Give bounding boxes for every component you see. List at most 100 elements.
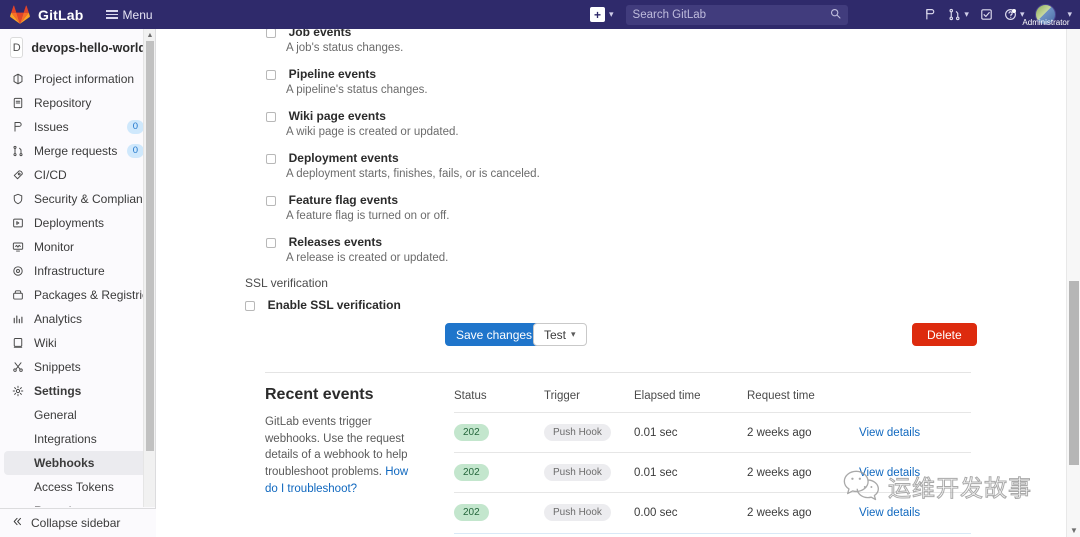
table-row: 202 Push Hook 0.01 sec 2 weeks ago View … [454,412,971,453]
recent-events-title: Recent events [265,386,374,403]
column-header-actions [859,390,971,413]
trigger-badge: Push Hook [544,424,611,441]
gitlab-logo-icon[interactable] [10,5,30,25]
issues-count-badge: 0 [126,119,144,135]
page-scrollbar[interactable]: ▲ ▼ [1066,0,1080,537]
issues-icon [10,121,25,133]
sidebar-item-label: Monitor [34,240,75,254]
new-item-button[interactable]: + [590,7,605,22]
sidebar-subitem-access-tokens[interactable]: Access Tokens [0,475,156,499]
sidebar-subitem-repository[interactable]: Repository [0,499,156,507]
sidebar-item-label: Deployments [34,216,105,230]
sidebar-item-label: Settings [34,384,82,398]
chevron-down-icon[interactable]: ▾ [964,9,969,20]
project-name: devops-hello-world [31,40,146,55]
main-content: Job events A job's status changes. Pipel… [156,0,1068,537]
search-input[interactable]: Search GitLab [625,4,848,25]
analytics-icon [10,313,25,325]
sidebar-item-repository[interactable]: Repository [0,91,156,115]
cell-trigger: Push Hook [544,492,634,532]
navbar-center: + ▾ Search GitLab [590,0,848,29]
shield-icon [10,193,25,205]
column-header-request-time: Request time [747,390,815,402]
sidebar-item-deployments[interactable]: Deployments [0,211,156,235]
scroll-up-arrow-icon[interactable]: ▲ [144,29,156,41]
pipeline-events-checkbox[interactable] [266,69,276,80]
sidebar-item-label: Repository [34,96,92,110]
view-details-link[interactable]: View details [859,427,920,439]
job-events-checkbox[interactable] [266,27,276,38]
sidebar-subitem-label: General [34,408,77,422]
page-scrollbar-thumb[interactable] [1069,281,1079,465]
sidebar-item-monitor[interactable]: Monitor [0,235,156,259]
sidebar-subitem-general[interactable]: General [0,403,156,427]
sidebar-item-snippets[interactable]: Snippets [0,355,156,379]
event-description: A job's status changes. [286,42,404,54]
sidebar-item-packages-registries[interactable]: Packages & Registries [0,283,156,307]
sidebar-scroll-area: D devops-hello-world Project information… [0,29,156,507]
sidebar-item-label: Security & Compliance [34,192,156,206]
chevron-down-icon: ▾ [571,329,576,339]
cell-status: 202 [454,452,544,493]
save-changes-label: Save changes [445,323,544,346]
sidebar-item-ci-cd[interactable]: CI/CD [0,163,156,187]
sidebar-subitem-integrations[interactable]: Integrations [0,427,156,451]
view-details-link[interactable]: View details [859,467,920,479]
delete-button[interactable]: Delete [912,323,977,346]
deployment-events-checkbox[interactable] [266,153,276,164]
table-row: 202 Push Hook 0.01 sec 2 weeks ago View … [454,452,971,493]
chevron-down-icon[interactable]: ▾ [609,9,614,20]
sidebar-item-merge-requests[interactable]: Merge requests 0 [0,139,156,163]
sidebar-item-project-information[interactable]: Project information [0,67,156,91]
wiki-page-events-checkbox[interactable] [266,111,276,122]
sidebar-item-security-compliance[interactable]: Security & Compliance [0,187,156,211]
merge-requests-icon[interactable]: ▾ [948,8,969,21]
save-changes-button[interactable]: Save changes [445,323,544,346]
help-icon[interactable]: ▾ [1004,8,1024,21]
menu-button[interactable]: Menu [105,8,153,22]
test-dropdown-button[interactable]: Test ▾ [533,323,587,346]
sidebar-subitem-label: Access Tokens [34,480,114,494]
event-row-pipeline-events: Pipeline events A pipeline's status chan… [266,66,428,96]
sidebar-item-label: Infrastructure [34,264,105,278]
issues-icon[interactable] [924,8,937,21]
sidebar-scrollbar[interactable]: ▲ [143,29,155,507]
cell-action: View details [859,452,971,493]
status-badge: 202 [454,504,489,521]
view-details-link[interactable]: View details [859,507,920,519]
sidebar-item-issues[interactable]: Issues 0 [0,115,156,139]
hamburger-icon [105,10,118,19]
scroll-down-arrow-icon[interactable]: ▼ [1067,523,1080,537]
sidebar-item-label: CI/CD [34,168,67,182]
monitor-icon [10,241,25,253]
releases-events-checkbox[interactable] [266,237,276,248]
ssl-section-label: SSL verification [245,276,328,290]
user-menu[interactable]: Administrator [1022,4,1070,27]
sidebar-item-analytics[interactable]: Analytics [0,307,156,331]
sidebar-subitem-webhooks[interactable]: Webhooks [4,451,152,475]
cell-elapsed-time: 0.00 sec [634,492,747,532]
sidebar-scrollbar-thumb[interactable] [146,41,154,451]
enable-ssl-verification-checkbox[interactable] [245,300,255,311]
sidebar-item-infrastructure[interactable]: Infrastructure [0,259,156,283]
snippets-icon [10,361,25,373]
sidebar-item-wiki[interactable]: Wiki [0,331,156,355]
trigger-badge: Push Hook [544,464,611,481]
gitlab-wordmark: GitLab [38,6,84,23]
sidebar-item-label: Analytics [34,312,83,326]
event-description: A pipeline's status changes. [286,84,428,96]
collapse-sidebar-button[interactable]: Collapse sidebar [0,508,156,537]
status-badge: 202 [454,464,489,481]
cell-action: View details [859,412,971,453]
rocket-icon [10,169,25,181]
merge-requests-icon [10,145,25,157]
feature-flag-events-checkbox[interactable] [266,195,276,206]
sidebar-project-header[interactable]: D devops-hello-world [0,29,156,67]
event-title: Deployment events [288,151,399,165]
cell-status: 202 [454,492,544,532]
cell-elapsed-time: 0.01 sec [634,452,747,493]
column-header-status: Status [454,390,487,402]
sidebar-item-settings[interactable]: Settings [0,379,156,403]
sidebar-item-label: Project information [34,72,135,86]
todos-icon[interactable] [980,8,993,21]
